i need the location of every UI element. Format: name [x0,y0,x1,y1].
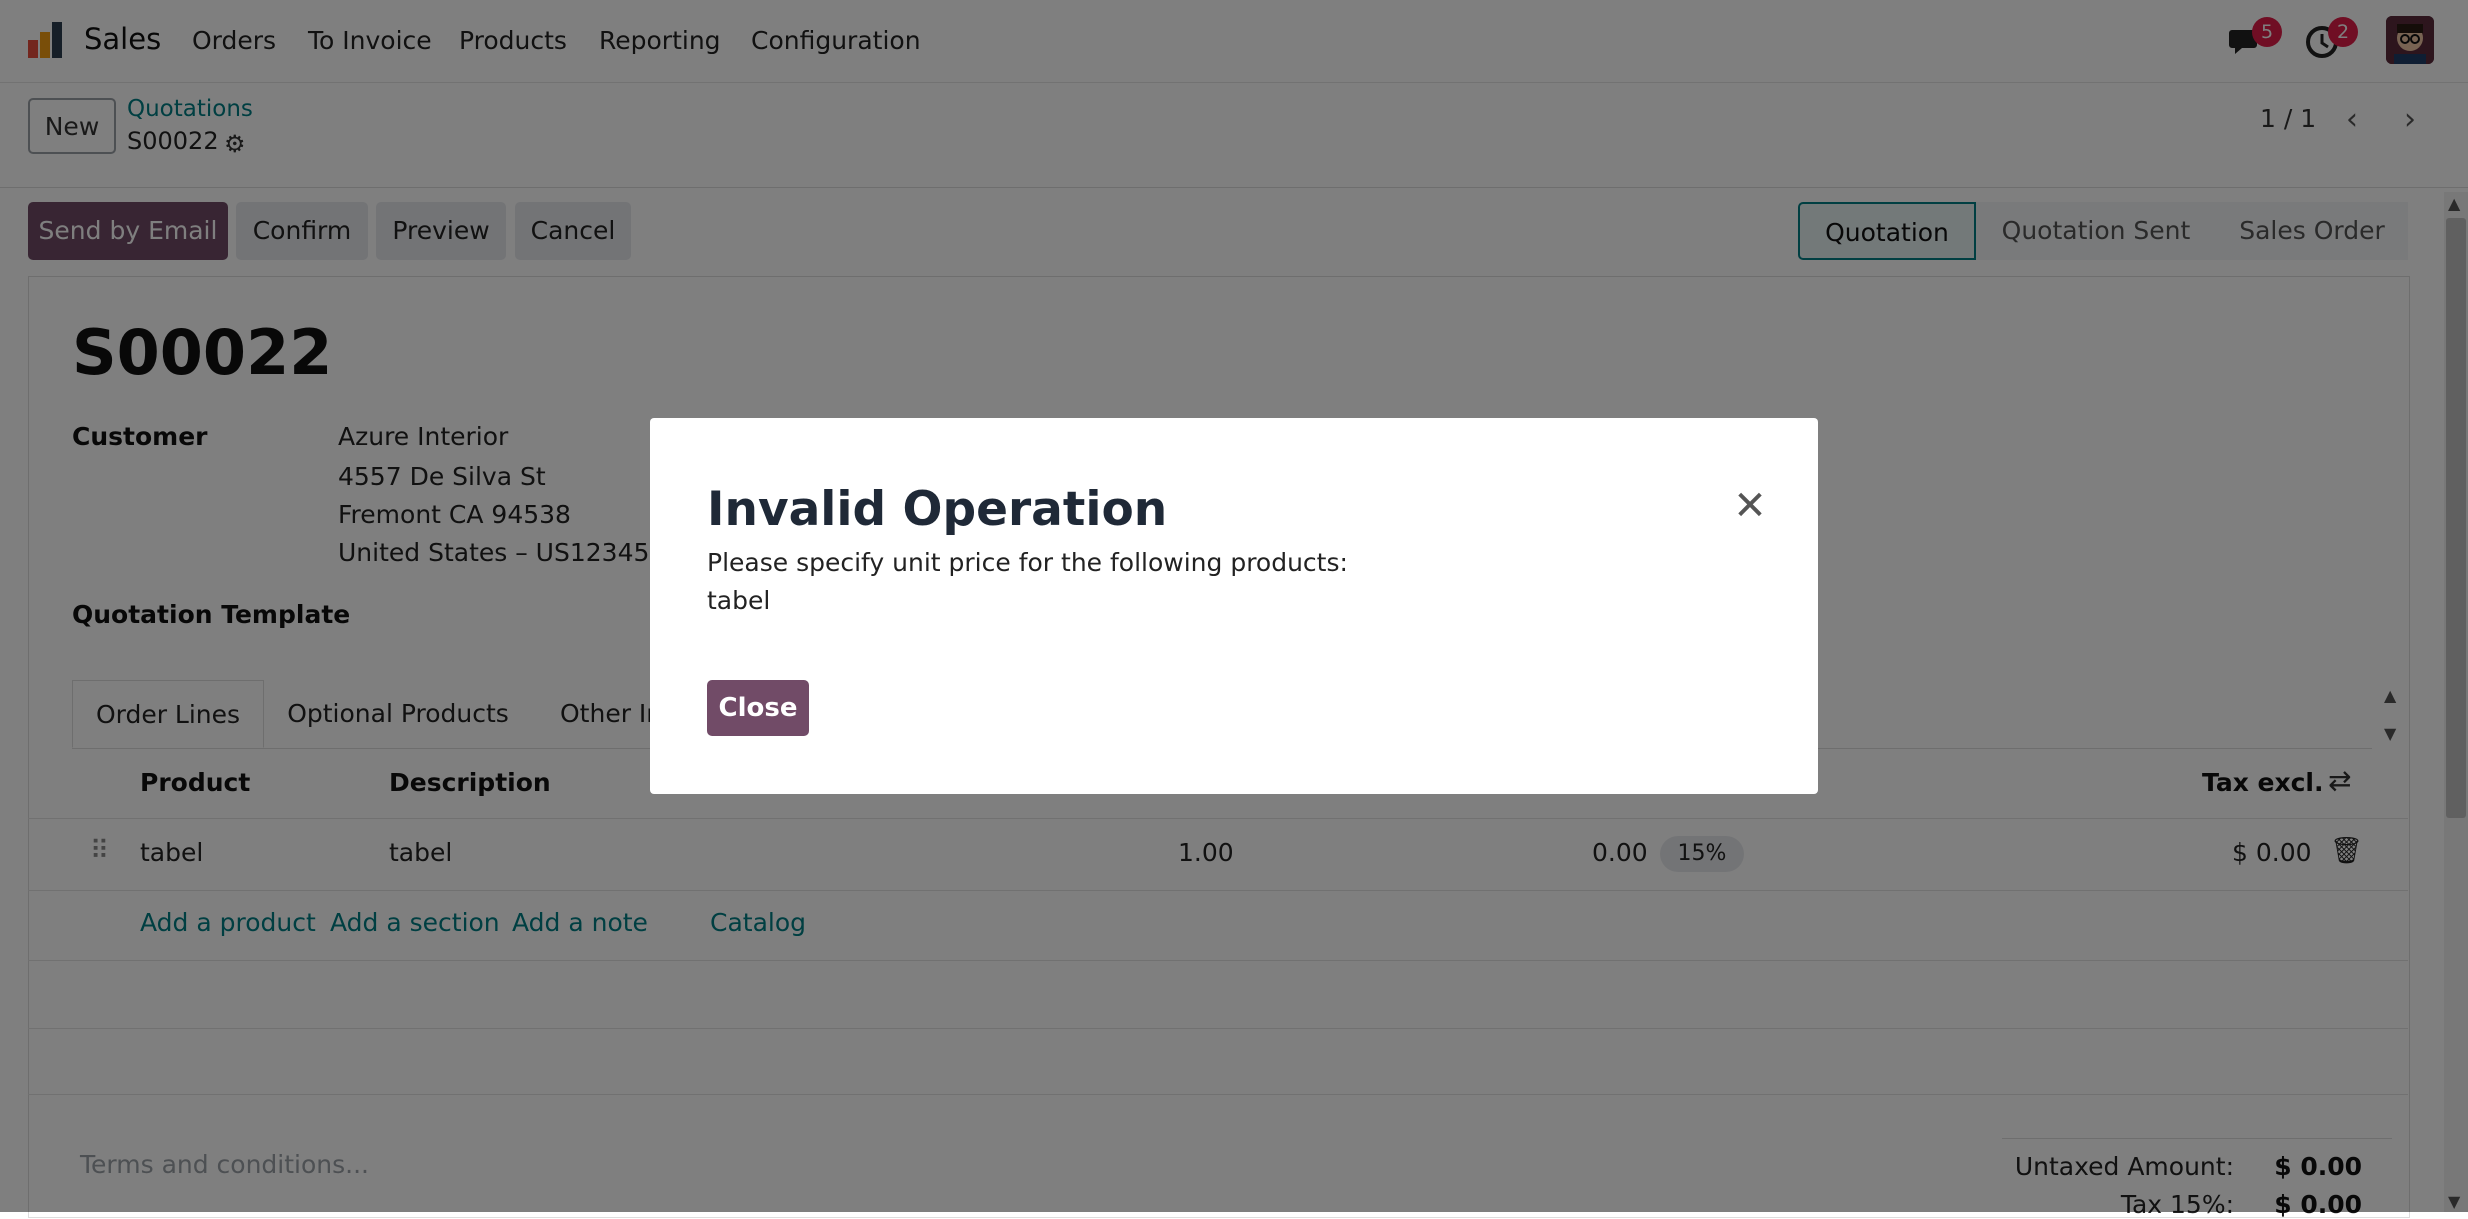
dialog-product-name: tabel [707,586,771,615]
invalid-operation-dialog: Invalid Operation ✕ Please specify unit … [650,418,1818,794]
close-icon[interactable]: ✕ [1730,486,1770,526]
dialog-title: Invalid Operation [707,482,1168,537]
close-button[interactable]: Close [707,680,809,736]
dialog-message: Please specify unit price for the follow… [707,548,1348,577]
